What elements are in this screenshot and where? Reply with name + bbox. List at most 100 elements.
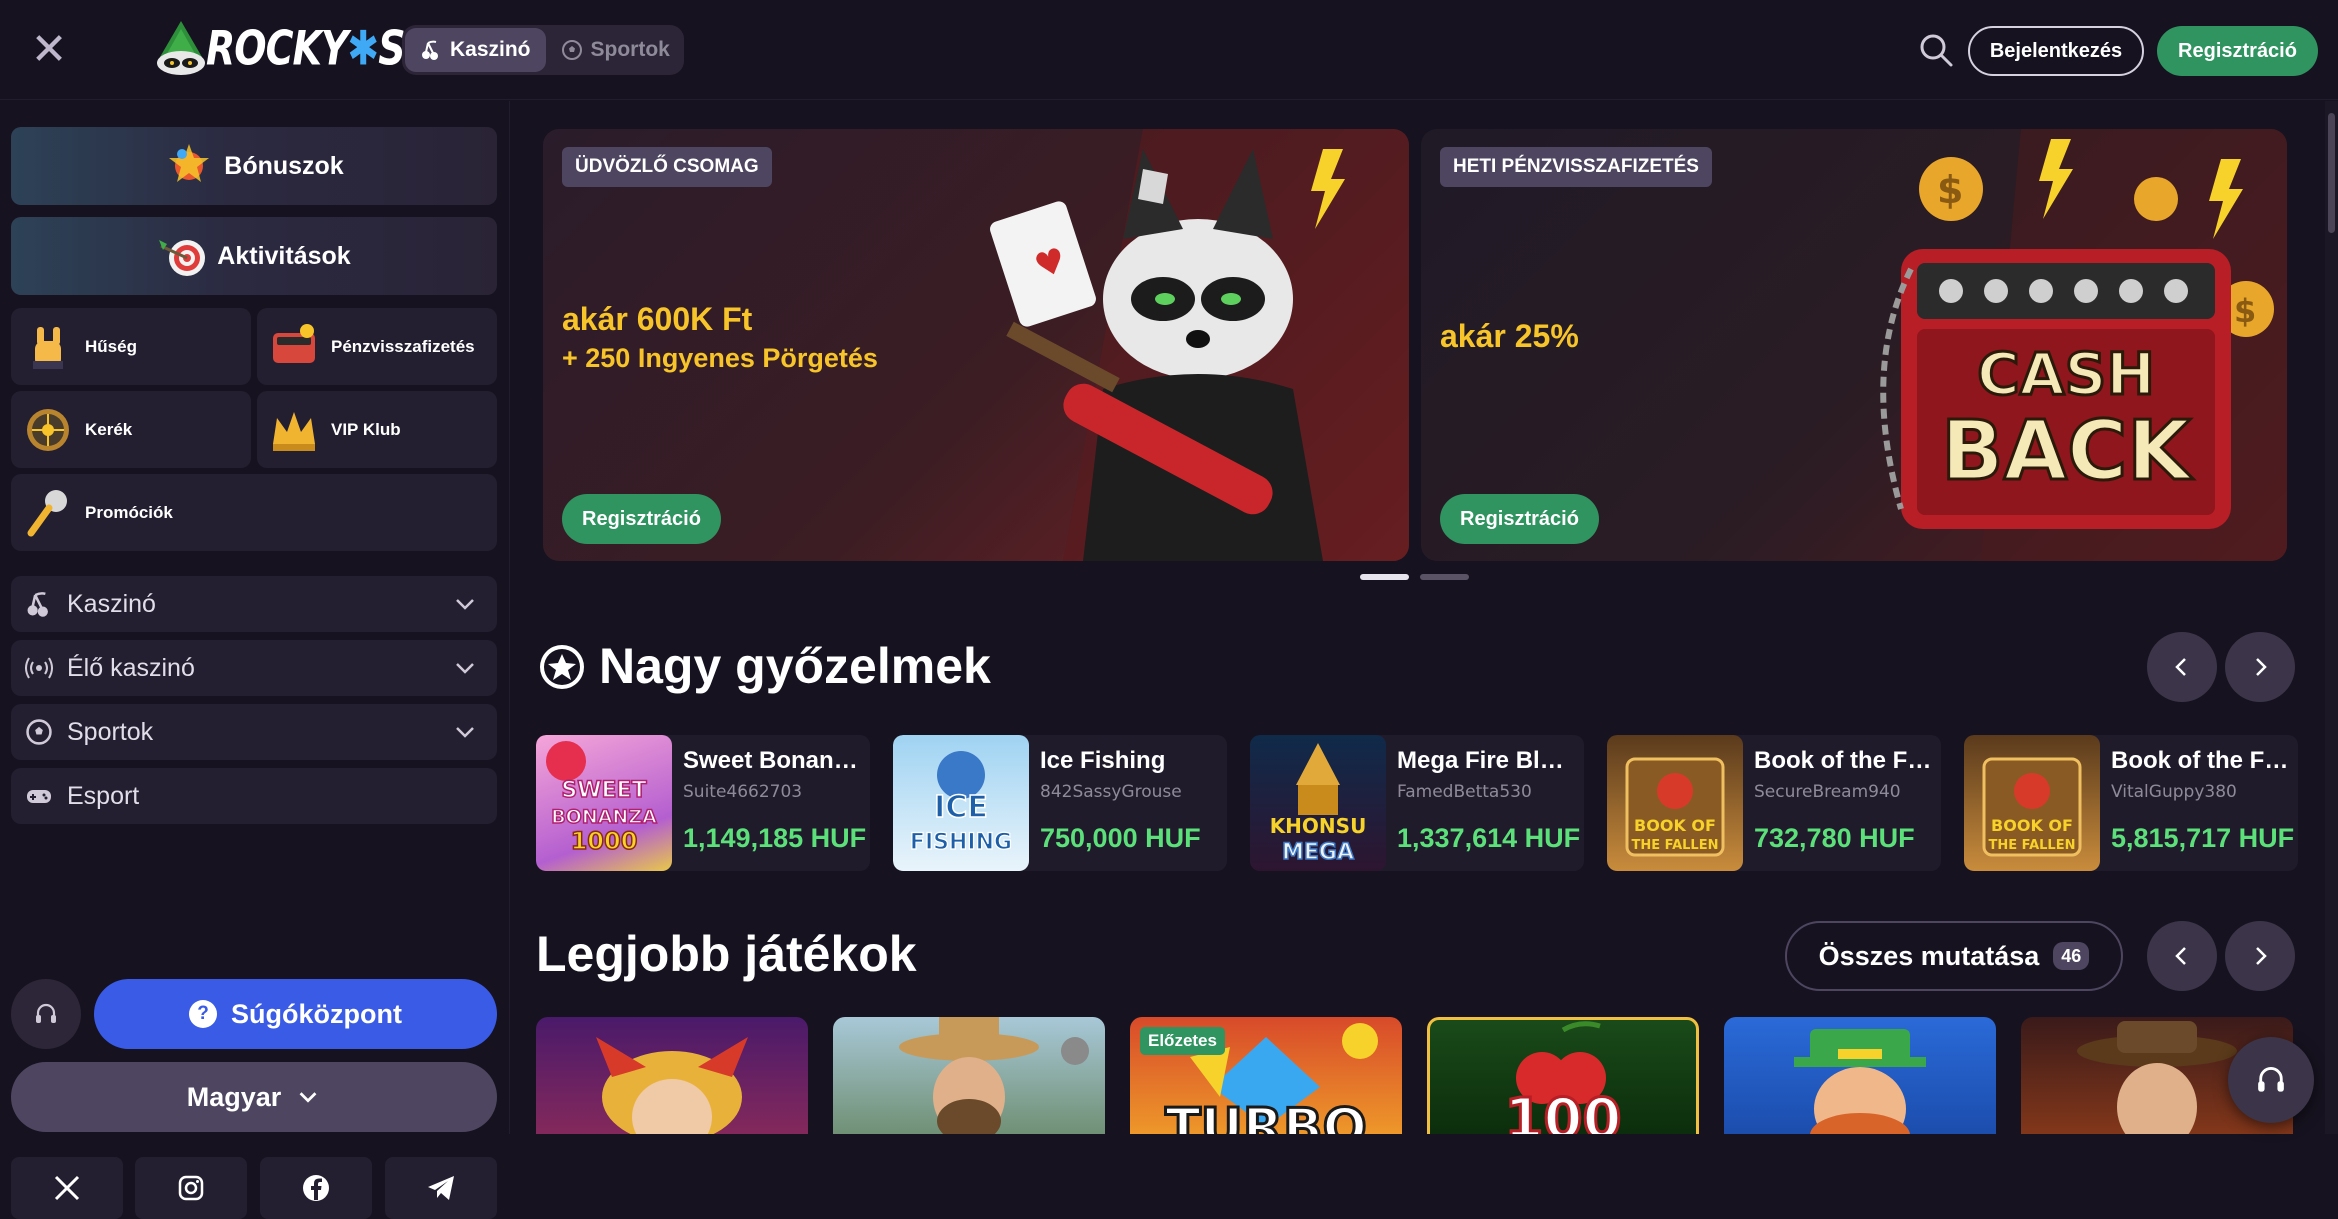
menu-sports-label: Sportok	[67, 717, 154, 746]
support-headset-button[interactable]	[11, 979, 81, 1049]
chevron-left-icon	[2175, 947, 2186, 965]
instagram-icon	[178, 1175, 204, 1201]
game-thumbnail: BOOK OF THE FALLEN	[1607, 735, 1743, 871]
sidebar-promotions[interactable]: Promóciók	[11, 474, 497, 551]
cashback-art-text-cash: CASH	[1977, 340, 2155, 408]
tab-sports[interactable]: Sportok	[546, 28, 685, 72]
game-thumbnail: SWEET BONANZA 1000	[536, 735, 672, 871]
chat-support-button[interactable]	[2228, 1037, 2314, 1123]
social-x[interactable]	[11, 1157, 123, 1219]
win-card[interactable]: SWEET BONANZA1000 Sweet Bonanza 1000 Suit…	[536, 735, 870, 871]
scrollbar-thumb[interactable]	[2328, 113, 2335, 233]
search-icon[interactable]	[1916, 30, 1956, 70]
cashback-banner[interactable]: $ $ CASH BACK HETI PÉNZVISSZAFIZETÉS aká…	[1421, 129, 2287, 561]
page-scrollbar[interactable]	[2325, 101, 2338, 1134]
carousel-dot[interactable]	[1420, 574, 1469, 580]
carousel-dot-active[interactable]	[1360, 574, 1409, 580]
telegram-icon	[428, 1176, 454, 1200]
sidebar-bonuses[interactable]: Bónuszok	[11, 127, 497, 205]
game-art-text: 100	[1505, 1087, 1622, 1134]
raccoon-guitar-art: ♥	[990, 129, 1409, 561]
menu-casino[interactable]: Kaszinó	[11, 576, 497, 632]
cherries-icon	[27, 592, 48, 617]
banner-headline: akár 25%	[1440, 318, 1579, 354]
game-tile[interactable]: TURBO Előzetes	[1130, 1017, 1402, 1134]
banner-subline: + 250 Ingyenes Pörgetés	[562, 343, 878, 373]
register-button[interactable]: Regisztráció	[2157, 26, 2318, 76]
x-icon	[54, 1175, 80, 1201]
close-icon[interactable]: ✕	[28, 28, 70, 72]
game-thumbnail: BOOK OF THE FALLEN	[1964, 735, 2100, 871]
rock-hand-icon	[33, 326, 63, 369]
language-select[interactable]: Magyar	[11, 1062, 497, 1132]
game-tile[interactable]	[536, 1017, 808, 1134]
win-amount: 750,000 HUF	[1040, 823, 1201, 853]
big-wins-next-button[interactable]	[2225, 632, 2295, 702]
soccer-ball-icon	[561, 40, 582, 60]
game-tile[interactable]	[1724, 1017, 1996, 1134]
microphone-icon	[27, 489, 67, 536]
svg-text:BONANZA: BONANZA	[551, 806, 657, 828]
cashback-art-text-back: BACK	[1941, 404, 2194, 499]
menu-live-casino-label: Élő kaszinó	[67, 653, 195, 682]
win-user: FamedBetta530	[1397, 782, 1532, 802]
sidebar-promotions-label: Promóciók	[85, 502, 173, 522]
menu-live-casino[interactable]: Élő kaszinó	[11, 640, 497, 696]
sidebar-activities[interactable]: Aktivitások	[11, 217, 497, 295]
svg-text:$: $	[2234, 292, 2256, 330]
sidebar-cashback[interactable]: Pénzvisszafizetés	[257, 308, 497, 385]
top-bar: ✕ ROCKY✱SPIN Kaszinó Sportok Bejele	[0, 0, 2338, 100]
banner-register-button[interactable]: Regisztráció	[1440, 494, 1599, 544]
game-tile[interactable]	[833, 1017, 1105, 1134]
menu-esport-label: Esport	[67, 781, 140, 810]
menu-sports[interactable]: Sportok	[11, 704, 497, 760]
sidebar-loyalty[interactable]: Hűség	[11, 308, 251, 385]
win-user: Suite4662703	[683, 782, 803, 802]
menu-esport[interactable]: Esport	[11, 768, 497, 824]
win-card[interactable]: KHONSU MEGA Mega Fire Blaze FamedBetta530…	[1250, 735, 1584, 871]
show-all-button[interactable]: Összes mutatása 46	[1785, 921, 2123, 991]
game-art: 100	[1503, 1021, 1623, 1134]
game-tile[interactable]: 100	[1427, 1017, 1699, 1134]
login-button[interactable]: Bejelentkezés	[1968, 26, 2144, 76]
chevron-right-icon	[2256, 947, 2267, 965]
sidebar-vip[interactable]: VIP Klub	[257, 391, 497, 468]
game-art	[596, 1037, 748, 1134]
sidebar-wheel[interactable]: Kerék	[11, 391, 251, 468]
win-card[interactable]: BOOK OF THE FALLEN Book of the Fallen Vit…	[1964, 735, 2298, 871]
game-art	[1794, 1029, 1926, 1134]
svg-text:ICE: ICE	[934, 790, 988, 825]
win-game-name: Book of the Fallen	[1754, 747, 1934, 774]
svg-text:KHONSU: KHONSU	[1270, 814, 1367, 838]
top-games-next-button[interactable]	[2225, 921, 2295, 991]
cashback-amp-icon	[273, 323, 315, 363]
win-card[interactable]: ICE FISHING Ice Fishing 842SassyGrouse 75…	[893, 735, 1227, 871]
chevron-down-icon	[456, 663, 474, 674]
social-telegram[interactable]	[385, 1157, 497, 1219]
show-all-label: Összes mutatása	[1818, 940, 2040, 971]
win-card[interactable]: BOOK OF THE FALLEN Book of the Fallen Sec…	[1607, 735, 1941, 871]
main-content: ♥ ÜDVÖZLŐ CSOMAG akár 600K Ft + 250 Ingy…	[511, 101, 2338, 1134]
banner-tag: HETI PÉNZVISSZAFIZETÉS	[1440, 147, 1712, 187]
question-icon: ?	[189, 1000, 218, 1028]
cherries-icon	[422, 40, 438, 60]
help-center-button[interactable]: ? Súgóközpont	[94, 979, 497, 1049]
broadcast-icon	[25, 657, 53, 679]
tab-casino-label: Kaszinó	[450, 38, 531, 61]
logo[interactable]: ROCKY✱SPIN	[150, 16, 476, 80]
welcome-banner[interactable]: ♥ ÜDVÖZLŐ CSOMAG akár 600K Ft + 250 Ingy…	[543, 129, 1409, 561]
win-game-name: Book of the Fallen	[2111, 747, 2291, 774]
tab-casino[interactable]: Kaszinó	[405, 28, 546, 72]
raccoon-logo-icon	[150, 19, 212, 77]
social-facebook[interactable]	[260, 1157, 372, 1219]
top-games-prev-button[interactable]	[2147, 921, 2217, 991]
preview-badge: Előzetes	[1140, 1027, 1225, 1055]
big-wins-prev-button[interactable]	[2147, 632, 2217, 702]
win-game-name: Mega Fire Blaze	[1397, 747, 1577, 774]
banner-register-button[interactable]: Regisztráció	[562, 494, 721, 544]
banner-headline: akár 600K Ft	[562, 301, 753, 337]
headset-icon	[36, 1003, 56, 1023]
chevron-right-icon	[2256, 658, 2267, 676]
game-art	[899, 1017, 1089, 1134]
social-instagram[interactable]	[135, 1157, 247, 1219]
